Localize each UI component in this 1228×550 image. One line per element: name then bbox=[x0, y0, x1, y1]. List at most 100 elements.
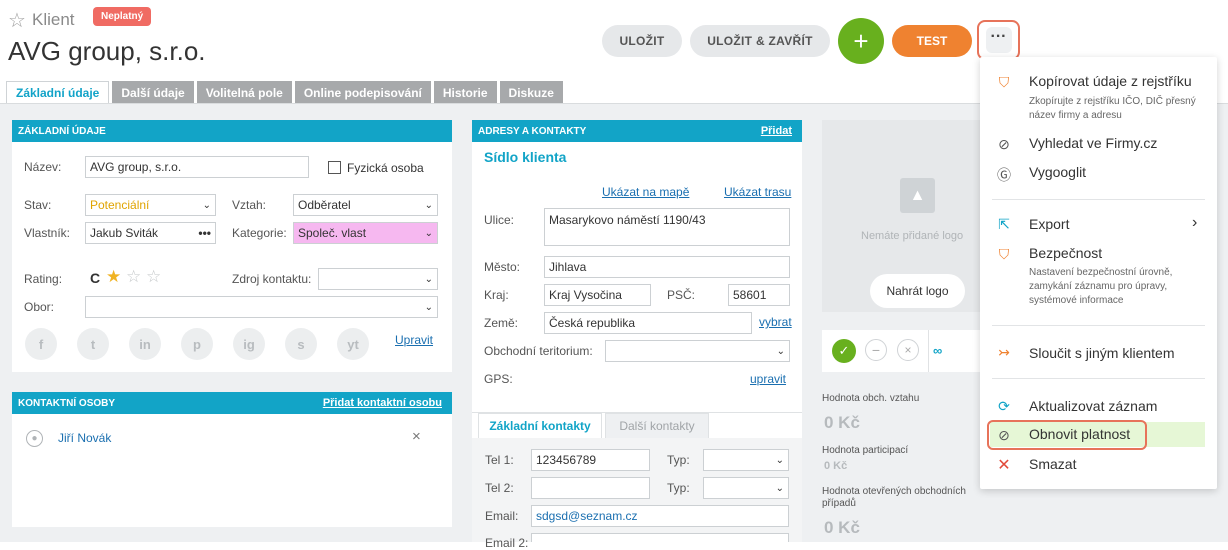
physical-person-checkbox[interactable] bbox=[328, 161, 341, 174]
chevron-down-icon: ⌄ bbox=[202, 199, 211, 211]
category-select[interactable]: Společ. vlast ⌄ bbox=[293, 222, 438, 244]
basic-info-panel: ZÁKLADNÍ ÚDAJE Název: AVG group, s.r.o. … bbox=[12, 120, 452, 372]
address-panel: ADRESY A KONTAKTY Přidat Sídlo klienta Uk… bbox=[472, 120, 802, 550]
star-empty-icon[interactable]: ☆ bbox=[126, 267, 141, 287]
menu-item-label: Vygooglit bbox=[1029, 164, 1087, 180]
test-button[interactable]: TEST bbox=[892, 25, 972, 57]
territory-select[interactable]: ⌄ bbox=[605, 340, 790, 362]
instagram-icon[interactable]: ig bbox=[233, 328, 265, 360]
integration-logo-icon[interactable]: ∞ bbox=[933, 343, 959, 359]
tel1-label: Tel 1: bbox=[485, 453, 514, 467]
tab-basic-contacts[interactable]: Základní kontakty bbox=[478, 413, 602, 439]
region-input[interactable]: Kraj Vysočina bbox=[544, 284, 651, 306]
type-label: Typ: bbox=[667, 481, 690, 495]
image-placeholder-icon: ▲ bbox=[900, 178, 935, 213]
menu-item-label: Sloučit s jiným klientem bbox=[1029, 345, 1175, 361]
tab-more-info[interactable]: Další údaje bbox=[112, 81, 194, 104]
shield-check-icon: ⛉ bbox=[998, 246, 1010, 262]
name-input[interactable]: AVG group, s.r.o. bbox=[85, 156, 309, 178]
minus-icon[interactable]: − bbox=[865, 339, 887, 361]
favorite-star-icon[interactable]: ☆ bbox=[8, 8, 26, 33]
panel-header: ZÁKLADNÍ ÚDAJE bbox=[12, 120, 452, 142]
star-empty-icon[interactable]: ☆ bbox=[146, 267, 161, 287]
youtube-icon[interactable]: yt bbox=[337, 328, 369, 360]
more-actions-button[interactable]: ··· bbox=[977, 20, 1020, 60]
edit-social-link[interactable]: Upravit bbox=[395, 333, 433, 347]
quick-status-bar: ✓ − × ∞ bbox=[822, 330, 984, 372]
show-route-link[interactable]: Ukázat trasu bbox=[724, 185, 791, 199]
tab-more-contacts[interactable]: Další kontakty bbox=[605, 413, 709, 439]
tel2-input[interactable] bbox=[531, 477, 650, 499]
category-label: Kategorie: bbox=[232, 226, 287, 240]
tel1-type-select[interactable]: ⌄ bbox=[703, 449, 789, 471]
owner-picker[interactable]: Jakub Sviták ••• bbox=[85, 222, 216, 244]
show-map-link[interactable]: Ukázat na mapě bbox=[602, 185, 689, 199]
remove-contact-icon[interactable]: × bbox=[412, 428, 421, 445]
menu-item-label: Vyhledat ve Firmy.cz bbox=[1029, 135, 1158, 151]
tab-online-signing[interactable]: Online podepisování bbox=[294, 81, 431, 104]
close-icon[interactable]: × bbox=[897, 339, 919, 361]
tel1-input[interactable]: 123456789 bbox=[531, 449, 650, 471]
kpi-open-deals-value: 0 Kč bbox=[824, 518, 860, 537]
twitter-icon[interactable]: t bbox=[77, 328, 109, 360]
skype-icon[interactable]: s bbox=[285, 328, 317, 360]
menu-item-label: Bezpečnost bbox=[1029, 245, 1103, 261]
star-filled-icon[interactable]: ★ bbox=[106, 267, 121, 287]
add-button[interactable]: + bbox=[838, 18, 884, 64]
address-subtitle: Sídlo klienta bbox=[484, 149, 567, 165]
save-button[interactable]: ULOŽIT bbox=[602, 25, 682, 57]
state-select[interactable]: Potenciální ⌄ bbox=[85, 194, 216, 216]
menu-item-export[interactable]: ⇱ Export › bbox=[980, 213, 1217, 237]
name-label: Název: bbox=[24, 160, 62, 174]
divider bbox=[928, 330, 929, 372]
kpi-relation-value: 0 Kč bbox=[824, 413, 860, 432]
pinterest-icon[interactable]: p bbox=[181, 328, 213, 360]
chevron-down-icon: ⌄ bbox=[775, 454, 784, 466]
check-icon[interactable]: ✓ bbox=[832, 339, 856, 363]
more-icon[interactable]: ••• bbox=[198, 226, 211, 240]
menu-item-merge[interactable]: ↣ Sloučit s jiným klientem bbox=[980, 342, 1217, 366]
menu-item-label: Obnovit platnost bbox=[1029, 426, 1131, 442]
owner-value: Jakub Sviták bbox=[90, 226, 159, 240]
tab-history[interactable]: Historie bbox=[433, 81, 497, 104]
city-input[interactable]: Jihlava bbox=[544, 256, 790, 278]
menu-item-copy-registry[interactable]: ⛉ Kopírovat údaje z rejstříku Zkopírujte… bbox=[980, 71, 1217, 127]
country-input[interactable]: Česká republika bbox=[544, 312, 752, 334]
tab-discussion[interactable]: Diskuze bbox=[499, 81, 563, 104]
email2-input[interactable] bbox=[531, 533, 789, 542]
menu-item-delete[interactable]: ✕ Smazat bbox=[980, 453, 1217, 477]
tab-optional-fields[interactable]: Volitelná pole bbox=[196, 81, 292, 104]
category-value: Společ. vlast bbox=[298, 226, 367, 240]
kpi-open-deals-label: Hodnota otevřených obchodních případů bbox=[822, 486, 966, 509]
menu-item-description: Zkopírujte z rejstříku IČO, DIČ přesný n… bbox=[1029, 96, 1196, 121]
menu-item-update[interactable]: ⟳ Aktualizovat záznam bbox=[980, 395, 1217, 419]
relation-select[interactable]: Odběratel ⌄ bbox=[293, 194, 438, 216]
add-contact-person-link[interactable]: Přidat kontaktní osobu bbox=[323, 397, 442, 409]
choose-country-link[interactable]: vybrat bbox=[759, 315, 792, 329]
linkedin-icon[interactable]: in bbox=[129, 328, 161, 360]
tab-bar: Základní údaje Další údaje Volitelná pol… bbox=[6, 81, 563, 104]
menu-item-security[interactable]: ⛉ Bezpečnost Nastavení bezpečnostní úrov… bbox=[980, 243, 1217, 306]
menu-item-label: Kopírovat údaje z rejstříku bbox=[1029, 73, 1192, 89]
kpi-participation-value: 0 Kč bbox=[824, 460, 848, 472]
delete-icon: ✕ bbox=[997, 457, 1011, 474]
source-select[interactable]: ⌄ bbox=[318, 268, 438, 290]
tel2-type-select[interactable]: ⌄ bbox=[703, 477, 789, 499]
email-input[interactable]: sdgsd@seznam.cz bbox=[531, 505, 789, 527]
field-select[interactable]: ⌄ bbox=[85, 296, 438, 318]
menu-item-google[interactable]: Ⓖ Vygooglit bbox=[980, 162, 1217, 186]
street-input[interactable]: Masarykovo náměstí 1190/43 bbox=[544, 208, 790, 246]
contact-person-name[interactable]: Jiří Novák bbox=[58, 431, 111, 445]
save-close-button[interactable]: ULOŽIT & ZAVŘÍT bbox=[690, 25, 830, 57]
edit-gps-link[interactable]: upravit bbox=[750, 372, 786, 386]
tab-basic-info[interactable]: Základní údaje bbox=[6, 81, 110, 104]
facebook-icon[interactable]: f bbox=[25, 328, 57, 360]
zip-input[interactable]: 58601 bbox=[728, 284, 790, 306]
add-address-link[interactable]: Přidat bbox=[761, 125, 792, 137]
logo-panel: ▲ Nemáte přidané logo Nahrát logo bbox=[822, 120, 984, 312]
menu-item-firmy[interactable]: ⊘ Vyhledat ve Firmy.cz bbox=[980, 133, 1217, 157]
email2-label: Email 2: bbox=[485, 536, 529, 550]
menu-item-restore-validity[interactable]: ⊘ Obnovit platnost bbox=[980, 420, 1217, 450]
upload-logo-button[interactable]: Nahrát logo bbox=[870, 274, 965, 308]
menu-item-label: Export bbox=[1029, 216, 1070, 232]
